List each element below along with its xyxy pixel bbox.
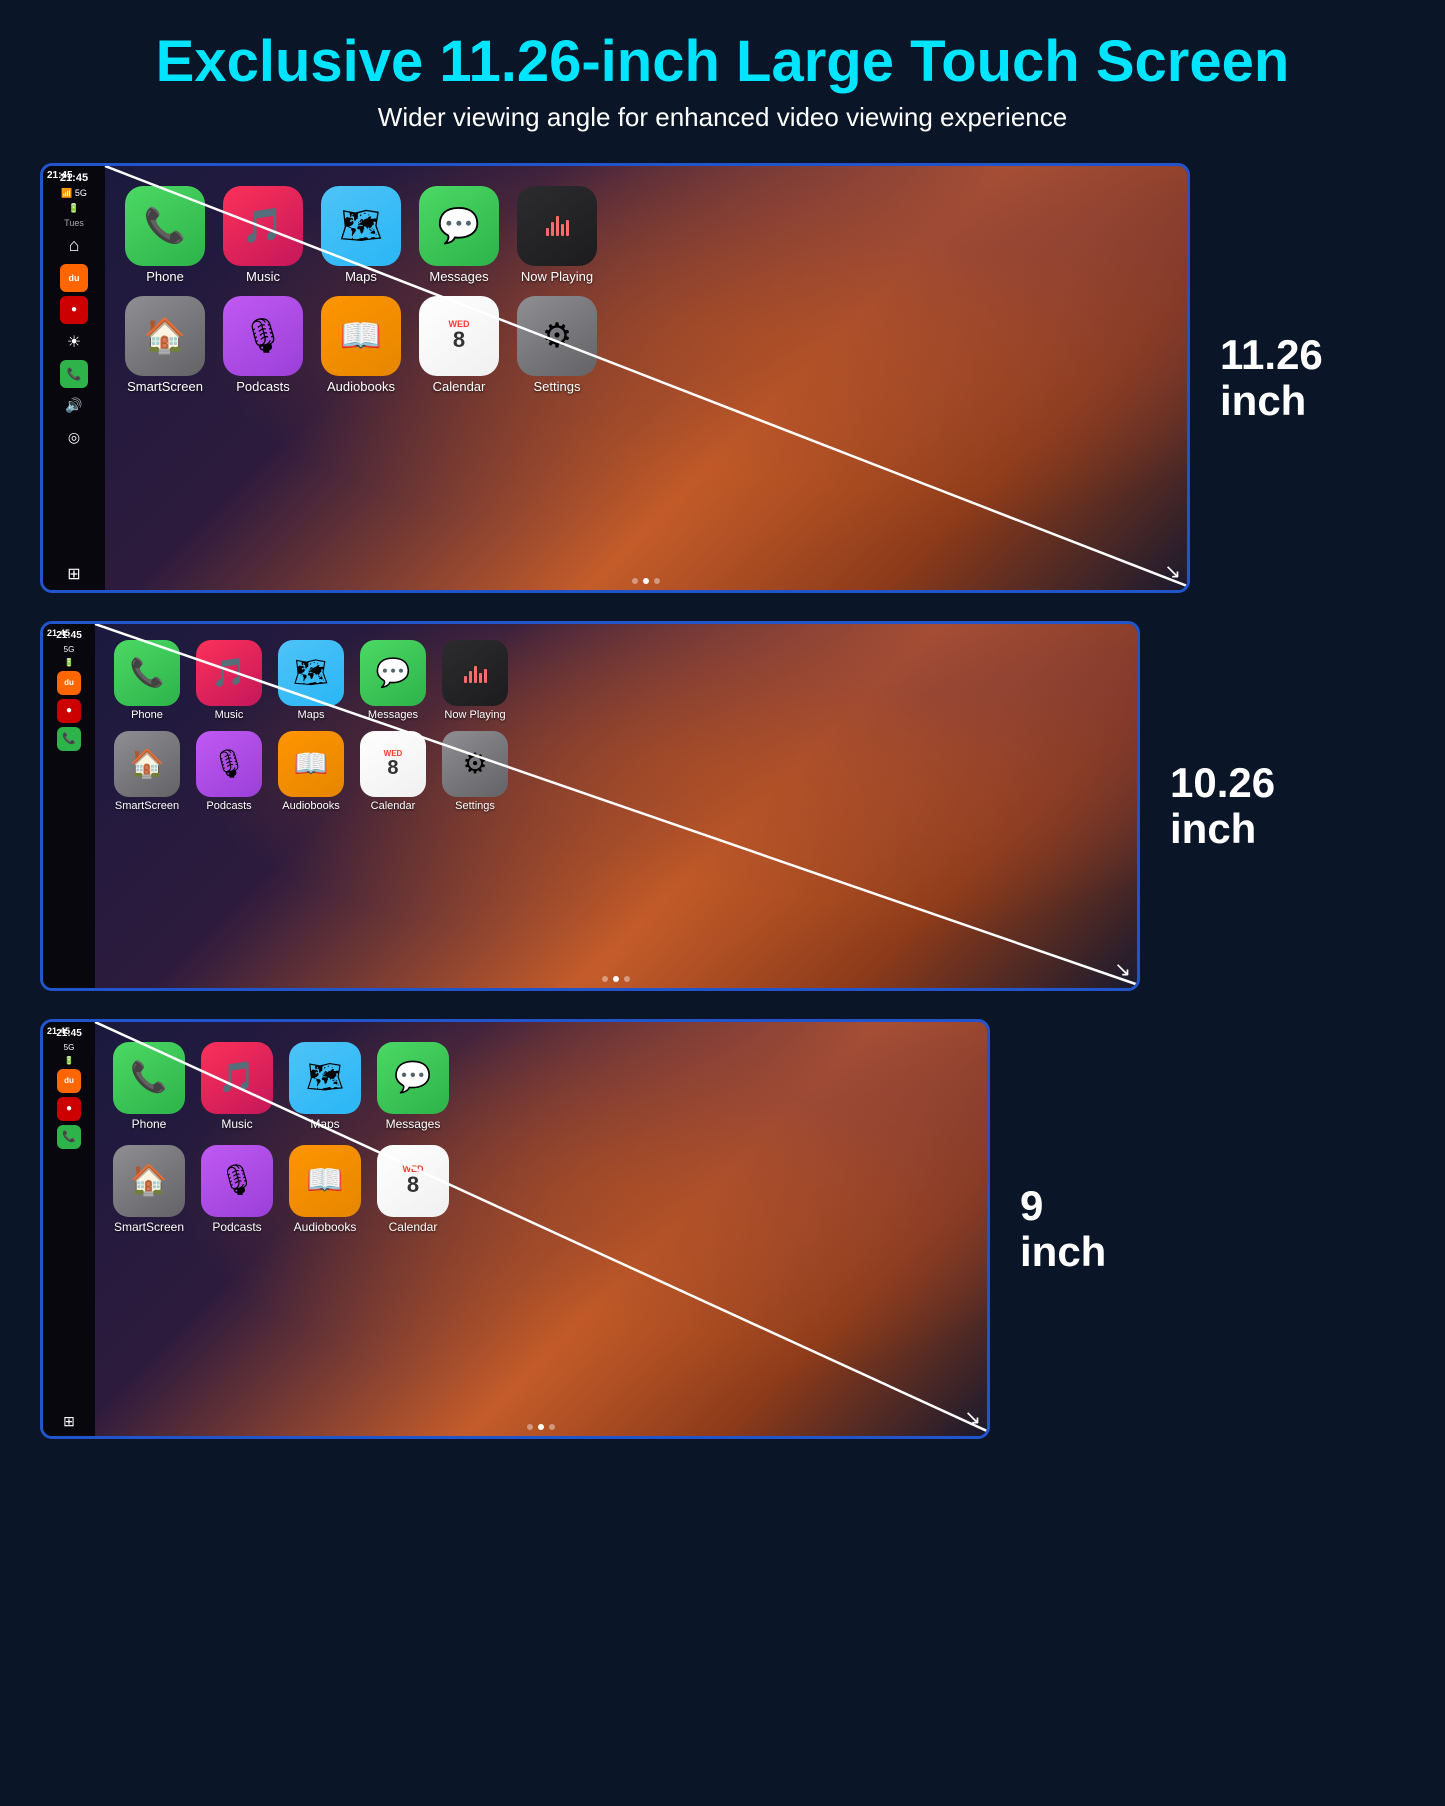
dot-3 xyxy=(654,578,660,584)
dot-1 xyxy=(632,578,638,584)
corner-arrow-1: ↘ xyxy=(1164,559,1181,584)
red-app-3[interactable]: ● xyxy=(57,1097,81,1121)
app-smartscreen-3[interactable]: 🏠 SmartScreen xyxy=(113,1145,185,1234)
app-podcasts-3[interactable]: 🎙 Podcasts xyxy=(201,1145,273,1234)
page-dots-2 xyxy=(602,976,630,982)
app-phone-3[interactable]: 📞 Phone xyxy=(113,1042,185,1131)
du-app-2[interactable]: du xyxy=(57,671,81,695)
app-music-3[interactable]: 🎵 Music xyxy=(201,1042,273,1131)
dot-3-3 xyxy=(549,1424,555,1430)
apps-row-1-2: 🏠 SmartScreen 🎙 Podcasts 📖 Audiobooks xyxy=(125,296,1167,394)
app-music-2[interactable]: 🎵 Music xyxy=(195,640,263,721)
dot-3-2 xyxy=(538,1424,544,1430)
sidebar-1: 21:45 📶 5G 🔋 Tues ⌂ du ● ☀ 📞 🔊 ◎ ⊞ xyxy=(43,166,105,590)
app-settings-1[interactable]: ⚙ Settings xyxy=(517,296,597,394)
size-label-3: 9 inch xyxy=(1020,1183,1106,1275)
sidebar-2: 21:45 5G 🔋 du ● 📞 xyxy=(43,624,95,988)
phone-sidebar-2[interactable]: 📞 xyxy=(57,727,81,751)
phone-sidebar-icon[interactable]: 📞 xyxy=(60,360,88,388)
dot-2 xyxy=(643,578,649,584)
apps-grid-3: 📞 Phone 🎵 Music 🗺 Maps 💬 xyxy=(95,1022,987,1248)
size-label-2: 10.26 inch xyxy=(1170,760,1275,852)
apps-grid-1: 📞 Phone 🎵 Music 🗺 Maps 💬 xyxy=(105,166,1187,408)
screen-wrapper-2: 21:45 5G 🔋 du ● 📞 📞 Phone xyxy=(40,621,1140,991)
top-left-time-1: 21:45 xyxy=(47,170,73,181)
screen-section-3: 21:45 5G 🔋 du ● 📞 ⊞ 📞 Phone xyxy=(40,1019,1405,1439)
top-left-time-2: 21:45 xyxy=(47,628,70,638)
home-icon[interactable]: ⌂ xyxy=(60,232,88,260)
app-phone-1[interactable]: 📞 Phone xyxy=(125,186,205,284)
app-music-1[interactable]: 🎵 Music xyxy=(223,186,303,284)
app-podcasts-1[interactable]: 🎙 Podcasts xyxy=(223,296,303,394)
signal-3: 5G xyxy=(64,1043,75,1052)
app-nowplaying-1[interactable]: Now Playing xyxy=(517,186,597,284)
sidebar-3: 21:45 5G 🔋 du ● 📞 ⊞ xyxy=(43,1022,95,1436)
corner-arrow-2: ↘ xyxy=(1114,957,1131,982)
corner-arrow-3: ↘ xyxy=(964,1405,981,1430)
app-audiobooks-1[interactable]: 📖 Audiobooks xyxy=(321,296,401,394)
app-maps-1[interactable]: 🗺 Maps xyxy=(321,186,401,284)
signal-display-1: 📶 5G xyxy=(61,188,87,199)
apps-row-2-1: 📞 Phone 🎵 Music 🗺 Maps 💬 xyxy=(113,640,1119,721)
screen-wrapper-1: 21:45 📶 5G 🔋 Tues ⌂ du ● ☀ 📞 🔊 ◎ ⊞ xyxy=(40,163,1190,593)
grid-icon-3[interactable]: ⊞ xyxy=(63,1413,75,1430)
app-maps-3[interactable]: 🗺 Maps xyxy=(289,1042,361,1131)
main-content-1: 📞 Phone 🎵 Music 🗺 Maps 💬 xyxy=(105,166,1187,590)
page-dots-1 xyxy=(632,578,660,584)
sidebar-bottom-3: ⊞ xyxy=(63,1413,75,1430)
grid-icon[interactable]: ⊞ xyxy=(67,564,80,584)
carplay-screen-2: 21:45 5G 🔋 du ● 📞 📞 Phone xyxy=(43,624,1137,988)
signal-2: 5G xyxy=(64,645,75,654)
app-settings-2[interactable]: ⚙ Settings xyxy=(441,731,509,812)
app-messages-2[interactable]: 💬 Messages xyxy=(359,640,427,721)
page-subtitle: Wider viewing angle for enhanced video v… xyxy=(378,102,1067,133)
app-messages-3[interactable]: 💬 Messages xyxy=(377,1042,449,1131)
screen-section-2: 21:45 5G 🔋 du ● 📞 📞 Phone xyxy=(40,621,1405,991)
page-title: Exclusive 11.26-inch Large Touch Screen xyxy=(156,30,1290,94)
app-calendar-1[interactable]: WED 8 Calendar xyxy=(419,296,499,394)
screen-wrapper-3: 21:45 5G 🔋 du ● 📞 ⊞ 📞 Phone xyxy=(40,1019,990,1439)
phone-sidebar-3[interactable]: 📞 xyxy=(57,1125,81,1149)
app-maps-2[interactable]: 🗺 Maps xyxy=(277,640,345,721)
top-left-time-3: 21:45 xyxy=(47,1026,70,1036)
main-content-3: 📞 Phone 🎵 Music 🗺 Maps 💬 xyxy=(95,1022,987,1436)
dot-3-1 xyxy=(527,1424,533,1430)
dot-2-3 xyxy=(624,976,630,982)
brightness-icon[interactable]: ☀ xyxy=(60,328,88,356)
app-audiobooks-2[interactable]: 📖 Audiobooks xyxy=(277,731,345,812)
apps-grid-2: 📞 Phone 🎵 Music 🗺 Maps 💬 xyxy=(95,624,1137,824)
apps-row-3-1: 📞 Phone 🎵 Music 🗺 Maps 💬 xyxy=(113,1042,969,1131)
app-smartscreen-2[interactable]: 🏠 SmartScreen xyxy=(113,731,181,812)
app-smartscreen-1[interactable]: 🏠 SmartScreen xyxy=(125,296,205,394)
app-phone-2[interactable]: 📞 Phone xyxy=(113,640,181,721)
battery-3: 🔋 xyxy=(64,1056,74,1065)
apps-row-3-2: 🏠 SmartScreen 🎙 Podcasts 📖 Audiobooks xyxy=(113,1145,969,1234)
sidebar-bottom-1: ⊞ xyxy=(67,564,80,584)
app-nowplaying-2[interactable]: Now Playing xyxy=(441,640,509,721)
screen-section-1: 21:45 📶 5G 🔋 Tues ⌂ du ● ☀ 📞 🔊 ◎ ⊞ xyxy=(40,163,1405,593)
carplay-screen-3: 21:45 5G 🔋 du ● 📞 ⊞ 📞 Phone xyxy=(43,1022,987,1436)
dot-2-1 xyxy=(602,976,608,982)
app-podcasts-2[interactable]: 🎙 Podcasts xyxy=(195,731,263,812)
apps-row-1-1: 📞 Phone 🎵 Music 🗺 Maps 💬 xyxy=(125,186,1167,284)
battery-1: 🔋 xyxy=(68,203,79,214)
apps-row-2-2: 🏠 SmartScreen 🎙 Podcasts 📖 Audiobooks xyxy=(113,731,1119,812)
red-app-icon[interactable]: ● xyxy=(60,296,88,324)
app-calendar-3[interactable]: WED 8 Calendar xyxy=(377,1145,449,1234)
main-content-2: 📞 Phone 🎵 Music 🗺 Maps 💬 xyxy=(95,624,1137,988)
carplay-screen-1: 21:45 📶 5G 🔋 Tues ⌂ du ● ☀ 📞 🔊 ◎ ⊞ xyxy=(43,166,1187,590)
app-audiobooks-3[interactable]: 📖 Audiobooks xyxy=(289,1145,361,1234)
app-messages-1[interactable]: 💬 Messages xyxy=(419,186,499,284)
app-calendar-2[interactable]: WED 8 Calendar xyxy=(359,731,427,812)
page-dots-3 xyxy=(527,1424,555,1430)
du-app-3[interactable]: du xyxy=(57,1069,81,1093)
size-label-1: 11.26 inch xyxy=(1220,332,1323,424)
volume-icon[interactable]: 🔊 xyxy=(60,392,88,420)
red-app-2[interactable]: ● xyxy=(57,699,81,723)
battery-2: 🔋 xyxy=(64,658,74,667)
du-app-icon[interactable]: du xyxy=(60,264,88,292)
dot-2-2 xyxy=(613,976,619,982)
camera-icon[interactable]: ◎ xyxy=(60,424,88,452)
